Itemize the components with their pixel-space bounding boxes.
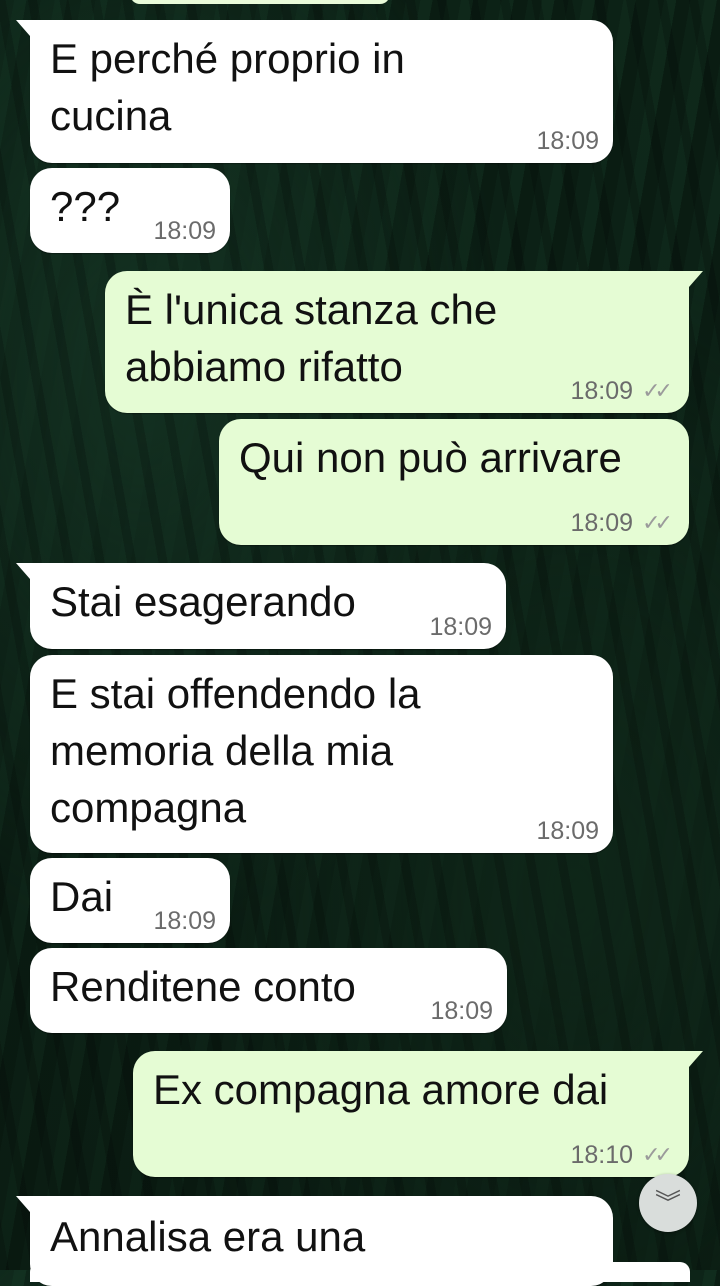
message-time: 18:09 [153,907,216,935]
message-time: 18:09 [536,127,599,155]
message-time: 18:09 [429,613,492,641]
double-chevron-down-icon: ︾ [654,1188,681,1218]
outgoing-message[interactable]: È l'unica stanza che abbiamo rifatto 18:… [105,271,703,413]
message-time: 18:09 [153,217,216,245]
message-text: ??? [50,183,121,230]
message-text: E perché proprio in cucina [50,35,405,139]
message-text: E stai offendendo la memoria della mia c… [50,670,421,831]
message-text: È l'unica stanza che abbiamo rifatto [125,286,498,390]
message-text: Dai [50,873,114,920]
incoming-message[interactable]: ??? 18:09 [30,168,230,253]
message-text: Annalisa era una [50,1213,366,1260]
previous-message-edge [130,0,390,4]
next-message-edge [30,1262,690,1282]
message-text: Qui non può arrivare [239,434,622,481]
double-check-icon: ✓✓ [642,1142,673,1167]
incoming-message[interactable]: Renditene conto 18:09 [30,948,507,1033]
double-check-icon: ✓✓ [642,510,673,535]
message-time: 18:10 [570,1141,633,1169]
incoming-message[interactable]: Stai esagerando 18:09 [16,563,506,649]
message-text: Stai esagerando [50,578,356,625]
message-time: 18:09 [430,997,493,1025]
incoming-message[interactable]: Dai 18:09 [30,858,230,943]
double-check-icon: ✓✓ [642,378,673,403]
incoming-message[interactable]: E stai offendendo la memoria della mia c… [30,655,613,853]
incoming-message[interactable]: E perché proprio in cucina 18:09 [16,20,613,163]
message-time: 18:09 [536,817,599,845]
scroll-to-bottom-button[interactable]: ︾ [639,1174,697,1232]
outgoing-message[interactable]: Ex compagna amore dai 18:10 ✓✓ [133,1051,703,1177]
outgoing-message[interactable]: Qui non può arrivare 18:09 ✓✓ [219,419,689,545]
message-text: Ex compagna amore dai [153,1066,609,1113]
message-time: 18:09 [570,377,633,405]
message-time: 18:09 [570,509,633,537]
message-text: Renditene conto [50,963,356,1010]
